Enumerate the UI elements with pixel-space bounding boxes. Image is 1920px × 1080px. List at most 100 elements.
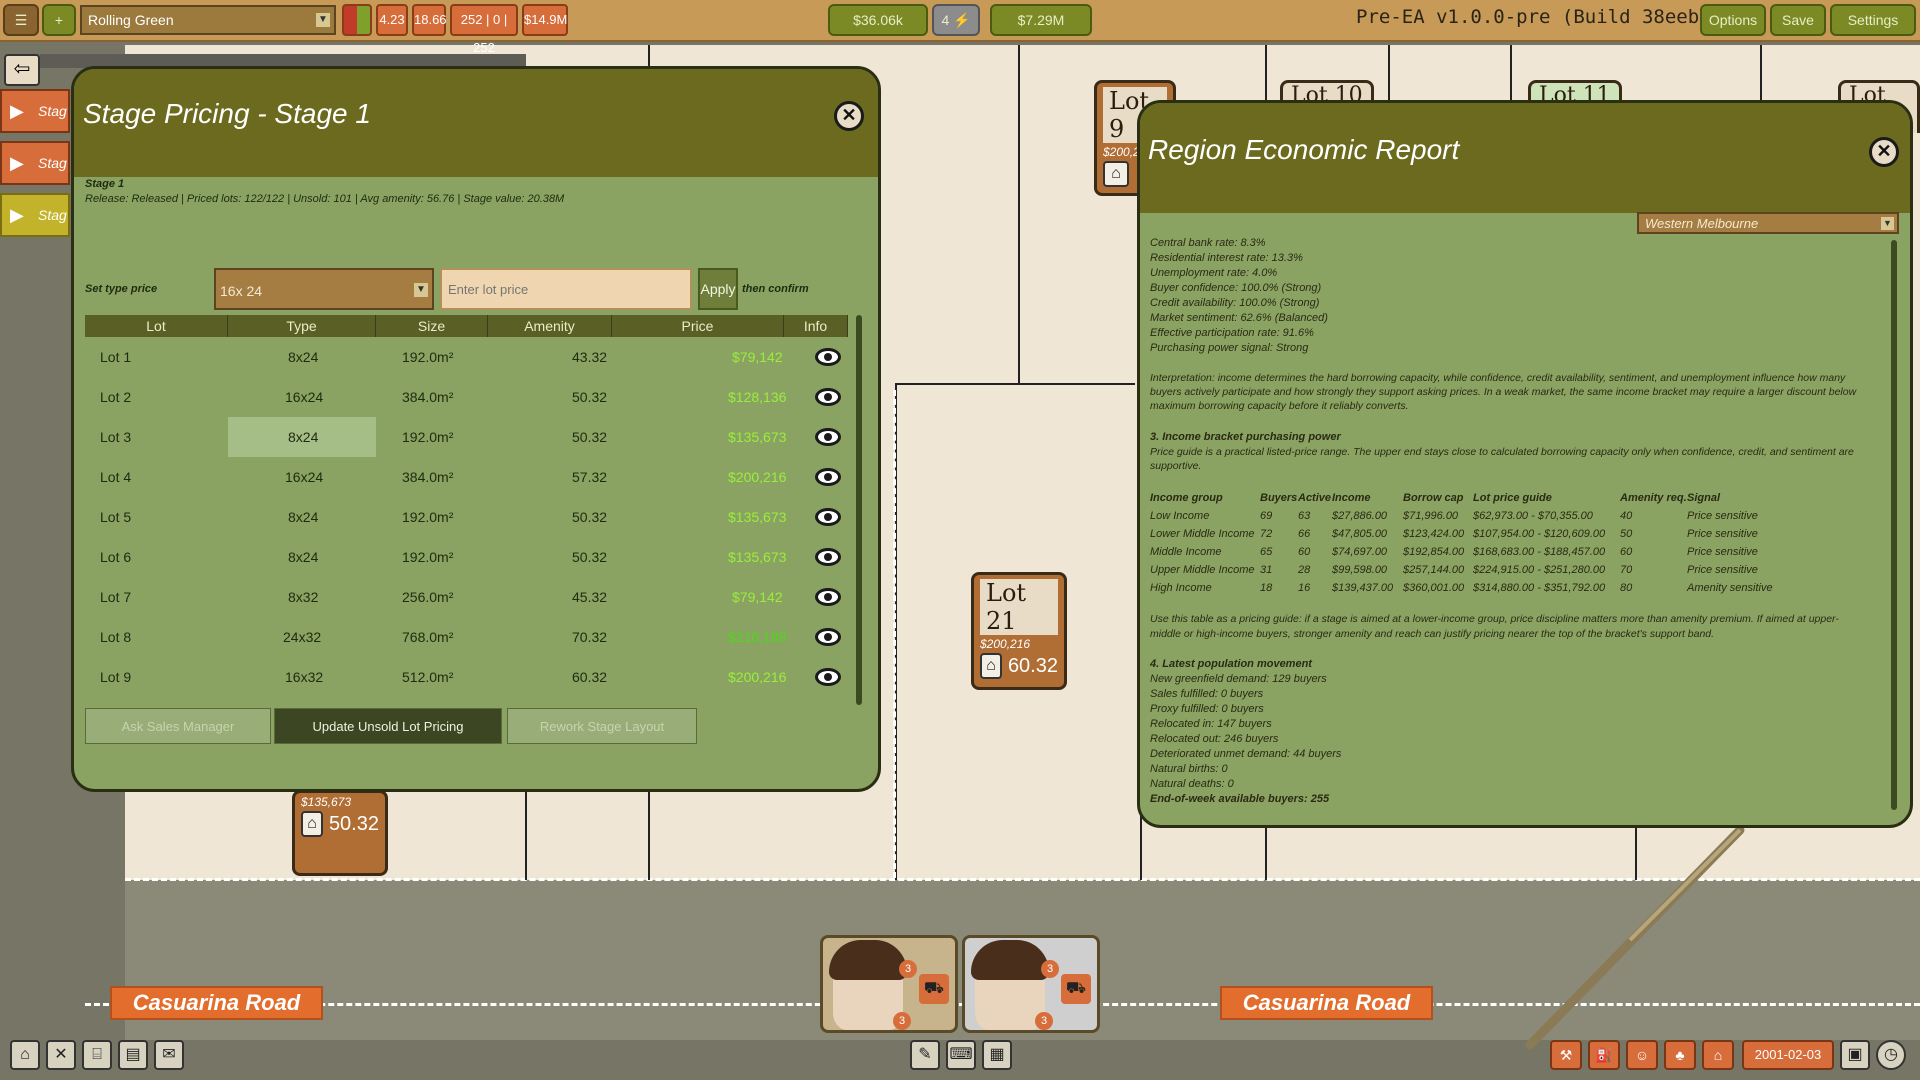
- stage-tab[interactable]: ▶ Stag: [0, 141, 70, 185]
- income-col-header: Income group: [1150, 492, 1223, 504]
- stat-badge: 18.66: [412, 4, 447, 36]
- cell-lot: Lot 5: [100, 509, 132, 525]
- income-cell: Price sensitive: [1687, 510, 1758, 522]
- eye-icon[interactable]: [815, 508, 841, 526]
- chevron-down-icon: ▼: [316, 13, 330, 27]
- truck-icon: ⛟: [919, 974, 949, 1004]
- update-pricing-button[interactable]: Update Unsold Lot Pricing: [274, 708, 502, 744]
- lot-price: $200,216: [980, 637, 1031, 651]
- cell-price: $128,136: [728, 389, 787, 405]
- col-header-info: Info: [784, 315, 848, 337]
- population-line: End-of-week available buyers: 255: [1150, 793, 1330, 805]
- mail-icon[interactable]: ✉: [154, 1040, 184, 1070]
- close-icon[interactable]: ✕: [834, 101, 864, 131]
- fuel-icon[interactable]: ⛽: [1588, 1040, 1620, 1070]
- cell-lot: Lot 3: [100, 429, 132, 445]
- people-icon[interactable]: ☺: [1626, 1040, 1658, 1070]
- keyboard-icon[interactable]: ⌨: [946, 1040, 976, 1070]
- table-row[interactable]: Lot 4 16x24 384.0m² 57.32 $200,216: [85, 457, 855, 497]
- report-rate-line: Credit availability: 100.0% (Strong): [1150, 297, 1320, 309]
- report-interpretation: Interpretation: income determines the ha…: [1150, 372, 1846, 384]
- lot-card-bottom[interactable]: $135,673 ⌂ 50.32: [292, 790, 388, 876]
- income-cell: $139,437.00: [1332, 582, 1394, 594]
- lot-line: [895, 383, 1135, 385]
- construction-icon[interactable]: ⚒: [1550, 1040, 1582, 1070]
- clock-icon[interactable]: ◷: [1876, 1040, 1906, 1070]
- add-icon[interactable]: +: [42, 4, 76, 36]
- cell-lot: Lot 6: [100, 549, 132, 565]
- speed-value: 4: [941, 12, 950, 28]
- eye-icon[interactable]: [815, 668, 841, 686]
- table-row[interactable]: Lot 3 8x24 192.0m² 50.32 $135,673: [85, 417, 855, 457]
- menu-icon[interactable]: ☰: [3, 4, 39, 36]
- close-icon[interactable]: ✕: [1869, 137, 1899, 167]
- population-line: Natural deaths: 0: [1150, 778, 1234, 790]
- back-arrow-icon[interactable]: ⇦: [4, 54, 40, 86]
- table-row[interactable]: Lot 9 16x32 512.0m² 60.32 $200,216: [85, 657, 855, 697]
- income-cell: 18: [1260, 582, 1273, 594]
- income-cell: $123,424.00: [1403, 528, 1465, 540]
- income-cell: Amenity sensitive: [1687, 582, 1773, 594]
- chart-icon[interactable]: ▤: [118, 1040, 148, 1070]
- table-row[interactable]: Lot 2 16x24 384.0m² 50.32 $128,136: [85, 377, 855, 417]
- lot-price-input[interactable]: [440, 268, 692, 310]
- cell-type: 8x24: [288, 549, 319, 565]
- table-row[interactable]: Lot 1 8x24 192.0m² 43.32 $79,142: [85, 337, 855, 377]
- lot-line: [1388, 45, 1390, 105]
- character-card[interactable]: 3 3 ⛟: [962, 935, 1100, 1033]
- income-cell: 31: [1260, 564, 1273, 576]
- table-row[interactable]: Lot 5 8x24 192.0m² 50.32 $135,673: [85, 497, 855, 537]
- home-icon[interactable]: ⌂: [10, 1040, 40, 1070]
- income-col-header: Signal: [1687, 492, 1721, 504]
- income-cell: Lower Middle Income: [1150, 528, 1255, 540]
- calendar-icon[interactable]: ▣: [1840, 1040, 1870, 1070]
- cell-type: 24x32: [283, 629, 322, 645]
- income-cell: High Income: [1150, 582, 1212, 594]
- section-desc: Price guide is a practical listed-price …: [1150, 446, 1854, 458]
- ask-sales-manager-button[interactable]: Ask Sales Manager: [85, 708, 271, 744]
- eye-icon[interactable]: [815, 428, 841, 446]
- stage-tab-label: Stag: [38, 207, 67, 223]
- pencil-icon[interactable]: ✎: [910, 1040, 940, 1070]
- type-select[interactable]: 16x 24 ▼: [214, 268, 434, 310]
- report-scrollbar[interactable]: [1891, 240, 1897, 810]
- eye-icon[interactable]: [815, 348, 841, 366]
- save-button[interactable]: Save: [1770, 4, 1826, 36]
- tools-icon[interactable]: ✕: [46, 1040, 76, 1070]
- table-row[interactable]: Lot 7 8x32 256.0m² 45.32 $79,142: [85, 577, 855, 617]
- stage-tab-label: Stag: [38, 103, 67, 119]
- character-card[interactable]: 3 3 ⛟: [820, 935, 958, 1033]
- table-row[interactable]: Lot 8 24x32 768.0m² 70.32 $210,188: [85, 617, 855, 657]
- eye-icon[interactable]: [815, 548, 841, 566]
- report-icon[interactable]: ▦: [982, 1040, 1012, 1070]
- population-line: Deteriorated unmet demand: 44 buyers: [1150, 748, 1342, 760]
- options-button[interactable]: Options: [1700, 4, 1766, 36]
- house-icon: ⌂: [1103, 161, 1129, 187]
- lot-price: $135,673: [301, 795, 352, 809]
- table-scrollbar[interactable]: [856, 315, 862, 705]
- stage-tab-label: Stag: [38, 155, 67, 171]
- stage-tab[interactable]: ▶ Stag: [0, 89, 70, 133]
- apply-button[interactable]: Apply: [698, 268, 738, 310]
- income-cell: Upper Middle Income: [1150, 564, 1255, 576]
- eye-icon[interactable]: [815, 468, 841, 486]
- cell-amenity: 70.32: [572, 629, 608, 645]
- settings-button[interactable]: Settings: [1830, 4, 1916, 36]
- eye-icon[interactable]: [815, 628, 841, 646]
- table-row[interactable]: Lot 6 8x24 192.0m² 50.32 $135,673: [85, 537, 855, 577]
- factory-icon[interactable]: ⌂: [1702, 1040, 1734, 1070]
- region-select[interactable]: Rolling Green ▼: [80, 5, 336, 35]
- bank-icon[interactable]: ⌸: [82, 1040, 112, 1070]
- eye-icon[interactable]: [815, 588, 841, 606]
- stage-tab[interactable]: ▶ Stag: [0, 193, 70, 237]
- flag-icon[interactable]: [342, 4, 372, 36]
- lot-card-21[interactable]: Lot 21 $200,216 ⌂ 60.32: [971, 572, 1067, 690]
- speed-control[interactable]: 4 ⚡: [932, 4, 980, 36]
- trees-icon[interactable]: ♣: [1664, 1040, 1696, 1070]
- rework-stage-layout-button[interactable]: Rework Stage Layout: [507, 708, 697, 744]
- col-header-amenity: Amenity: [488, 315, 612, 337]
- eye-icon[interactable]: [815, 388, 841, 406]
- report-interpretation: buyers actively participate and how stro…: [1150, 386, 1857, 398]
- report-rate-line: Buyer confidence: 100.0% (Strong): [1150, 282, 1322, 294]
- region-select[interactable]: Western Melbourne ▼: [1637, 212, 1899, 234]
